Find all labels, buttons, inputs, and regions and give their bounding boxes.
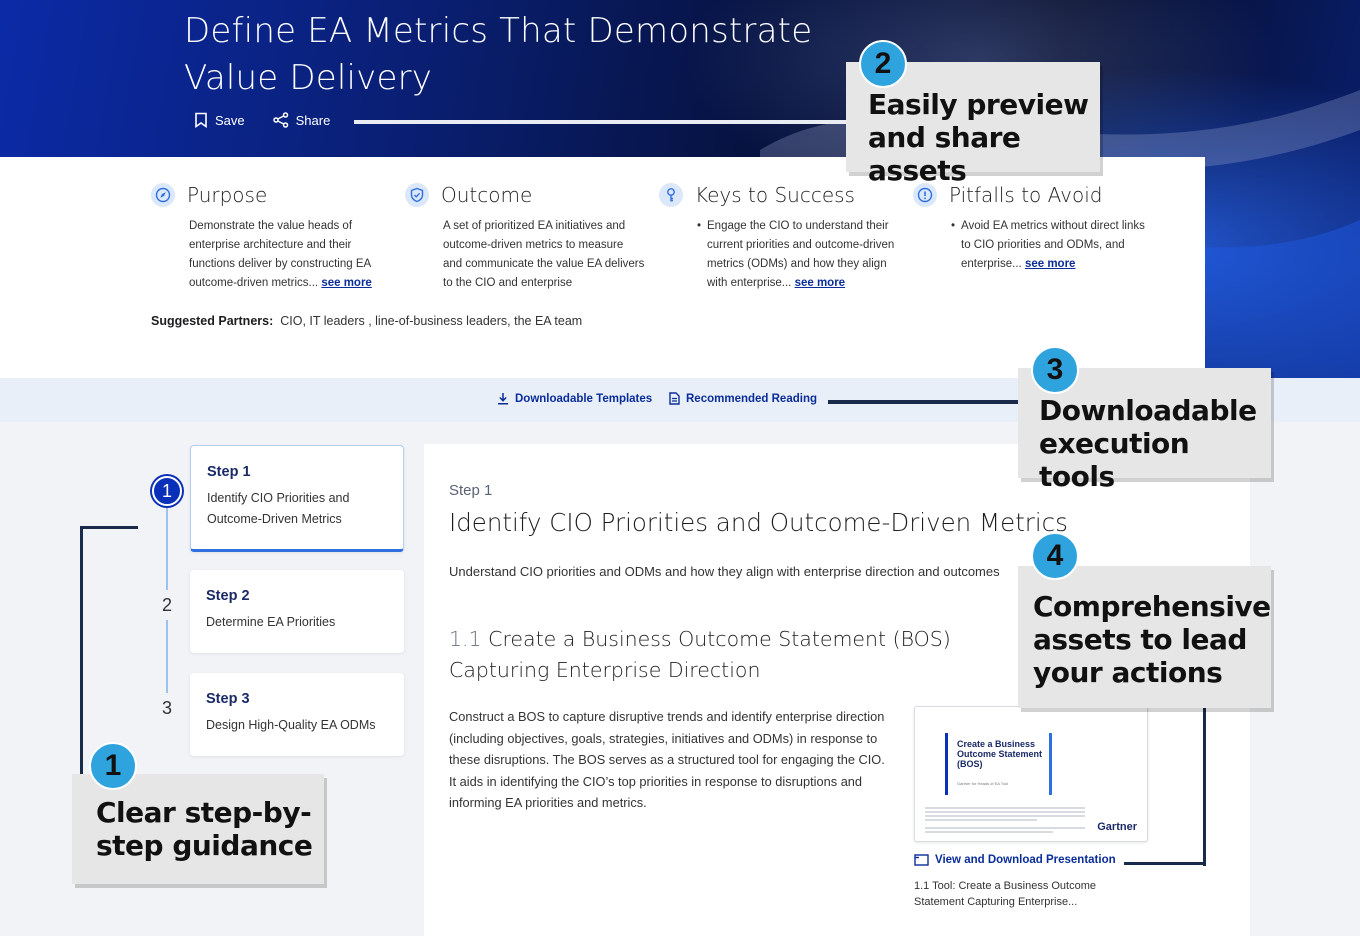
- tool-caption: 1.1 Tool: Create a Business Outcome Stat…: [914, 880, 1097, 908]
- outcome-title: Outcome: [441, 183, 533, 207]
- pitfalls-see-more-link[interactable]: see more: [1025, 258, 1076, 270]
- downloadable-templates-link[interactable]: Downloadable Templates: [497, 392, 652, 405]
- shield-check-icon: [405, 183, 429, 207]
- step-1-card[interactable]: Step 1 Identify CIO Priorities and Outco…: [190, 445, 404, 552]
- callout-2-text: Easily preview and share assets: [868, 88, 1089, 187]
- save-label: Save: [215, 112, 245, 128]
- callout-1-text: Clear step-by-step guidance: [96, 796, 313, 862]
- step-3-number: 3: [152, 693, 182, 723]
- step-3-label: Step 3: [206, 691, 250, 707]
- step-2-card[interactable]: Step 2 Determine EA Priorities: [190, 570, 404, 653]
- purpose-text: Demonstrate the value heads of enterpris…: [189, 220, 372, 289]
- callout-2-connector: [354, 120, 846, 124]
- download-icon: [498, 393, 508, 405]
- thumbnail-text-lines: [925, 807, 1085, 835]
- step-1-label: Step 1: [207, 464, 251, 480]
- callout-4-text: Comprehensive assets to lead your action…: [1033, 590, 1271, 689]
- callout-2-badge: 2: [859, 40, 907, 88]
- gartner-logo: Gartner: [1097, 821, 1137, 833]
- share-button[interactable]: Share: [272, 112, 331, 128]
- substep-title: 1.1 Create a Business Outcome Statement …: [449, 627, 951, 682]
- substep-body: Construct a BOS to capture disruptive tr…: [449, 709, 885, 811]
- purpose-see-more-link[interactable]: see more: [321, 277, 372, 289]
- content-intro: Understand CIO priorities and ODMs and h…: [449, 564, 1000, 579]
- content-title: Identify CIO Priorities and Outcome-Driv…: [449, 508, 1068, 537]
- callout-3-connector: [828, 400, 1018, 404]
- keys-to-success-text: Engage the CIO to understand their curre…: [697, 217, 899, 293]
- summary-card: Purpose Demonstrate the value heads of e…: [0, 157, 1205, 378]
- document-icon: [669, 392, 680, 405]
- content-step-label: Step 1: [449, 482, 493, 499]
- share-label: Share: [295, 112, 331, 128]
- presentation-icon: [914, 854, 929, 866]
- callout-1-connector-h: [80, 526, 138, 529]
- save-button[interactable]: Save: [194, 112, 245, 128]
- recommended-reading-link[interactable]: Recommended Reading: [669, 392, 817, 405]
- keys-to-success-title: Keys to Success: [695, 183, 855, 207]
- thumbnail-subtitle: Gartner for Heads of EA Tool: [957, 781, 1009, 786]
- step-3-card[interactable]: Step 3 Design High-Quality EA ODMs: [190, 673, 404, 756]
- compass-icon: [151, 183, 175, 207]
- callout-4: Comprehensive assets to lead your action…: [1018, 566, 1271, 708]
- view-download-presentation-link[interactable]: View and Download Presentation: [914, 854, 1116, 866]
- step-3-desc: Design High-Quality EA ODMs: [206, 718, 376, 732]
- step-1-number: 1: [152, 476, 182, 506]
- pitfalls-column: Pitfalls to Avoid Avoid EA metrics witho…: [913, 183, 1153, 274]
- outcome-column: Outcome A set of prioritized EA initiati…: [405, 183, 645, 293]
- share-icon: [272, 112, 288, 128]
- keys-see-more-link[interactable]: see more: [795, 277, 846, 289]
- pitfalls-text: Avoid EA metrics without direct links to…: [951, 217, 1153, 274]
- purpose-column: Purpose Demonstrate the value heads of e…: [151, 183, 391, 293]
- presentation-thumbnail[interactable]: Create a Business Outcome Statement (BOS…: [914, 706, 1148, 842]
- keys-to-success-column: Keys to Success Engage the CIO to unders…: [659, 183, 899, 293]
- callout-4-connector-h: [1124, 862, 1206, 865]
- bookmark-icon: [195, 112, 207, 128]
- page-title: Define EA Metrics That Demonstrate Value…: [184, 11, 813, 98]
- step-2-label: Step 2: [206, 588, 250, 604]
- callout-3-badge: 3: [1031, 346, 1079, 394]
- callout-1-connector-v: [80, 526, 83, 776]
- callout-1: Clear step-by-step guidance: [72, 774, 324, 884]
- suggested-partners: Suggested Partners: CIO, IT leaders , li…: [151, 314, 583, 328]
- purpose-title: Purpose: [187, 183, 268, 207]
- step-2-number: 2: [152, 590, 182, 620]
- step-2-desc: Determine EA Priorities: [206, 615, 336, 629]
- step-1-desc: Identify CIO Priorities and Outcome-Driv…: [207, 491, 350, 526]
- outcome-text: A set of prioritized EA initiatives and …: [443, 220, 645, 289]
- callout-4-connector-v: [1203, 706, 1206, 866]
- thumbnail-title: Create a Business Outcome Statement (BOS…: [957, 739, 1043, 769]
- callout-3-text: Downloadable execution tools: [1039, 394, 1257, 493]
- callout-4-badge: 4: [1031, 532, 1079, 580]
- callout-1-badge: 1: [89, 742, 137, 790]
- key-icon: [659, 183, 683, 207]
